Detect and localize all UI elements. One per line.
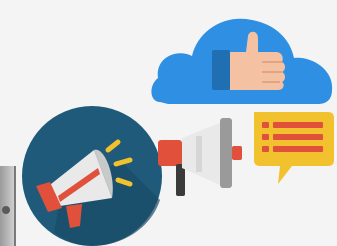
small-megaphone-icon <box>158 118 242 196</box>
chat-bullet-2 <box>262 134 269 140</box>
small-megaphone-bar <box>232 146 242 160</box>
chat-line-2 <box>273 134 323 140</box>
chat-line-3 <box>273 146 323 152</box>
chat-bubble-icon <box>254 112 334 184</box>
chat-bullet-3 <box>262 146 269 152</box>
thumb-cuff <box>212 50 230 90</box>
social-marketing-illustration <box>22 18 334 246</box>
chat-line-1 <box>273 122 323 128</box>
small-megaphone-mouth <box>220 118 232 188</box>
small-megaphone-back <box>158 140 182 166</box>
chat-bullet-1 <box>262 122 269 128</box>
megaphone-badge <box>22 106 162 246</box>
small-megaphone-handle <box>176 164 185 196</box>
small-megaphone-stripe <box>196 136 202 172</box>
